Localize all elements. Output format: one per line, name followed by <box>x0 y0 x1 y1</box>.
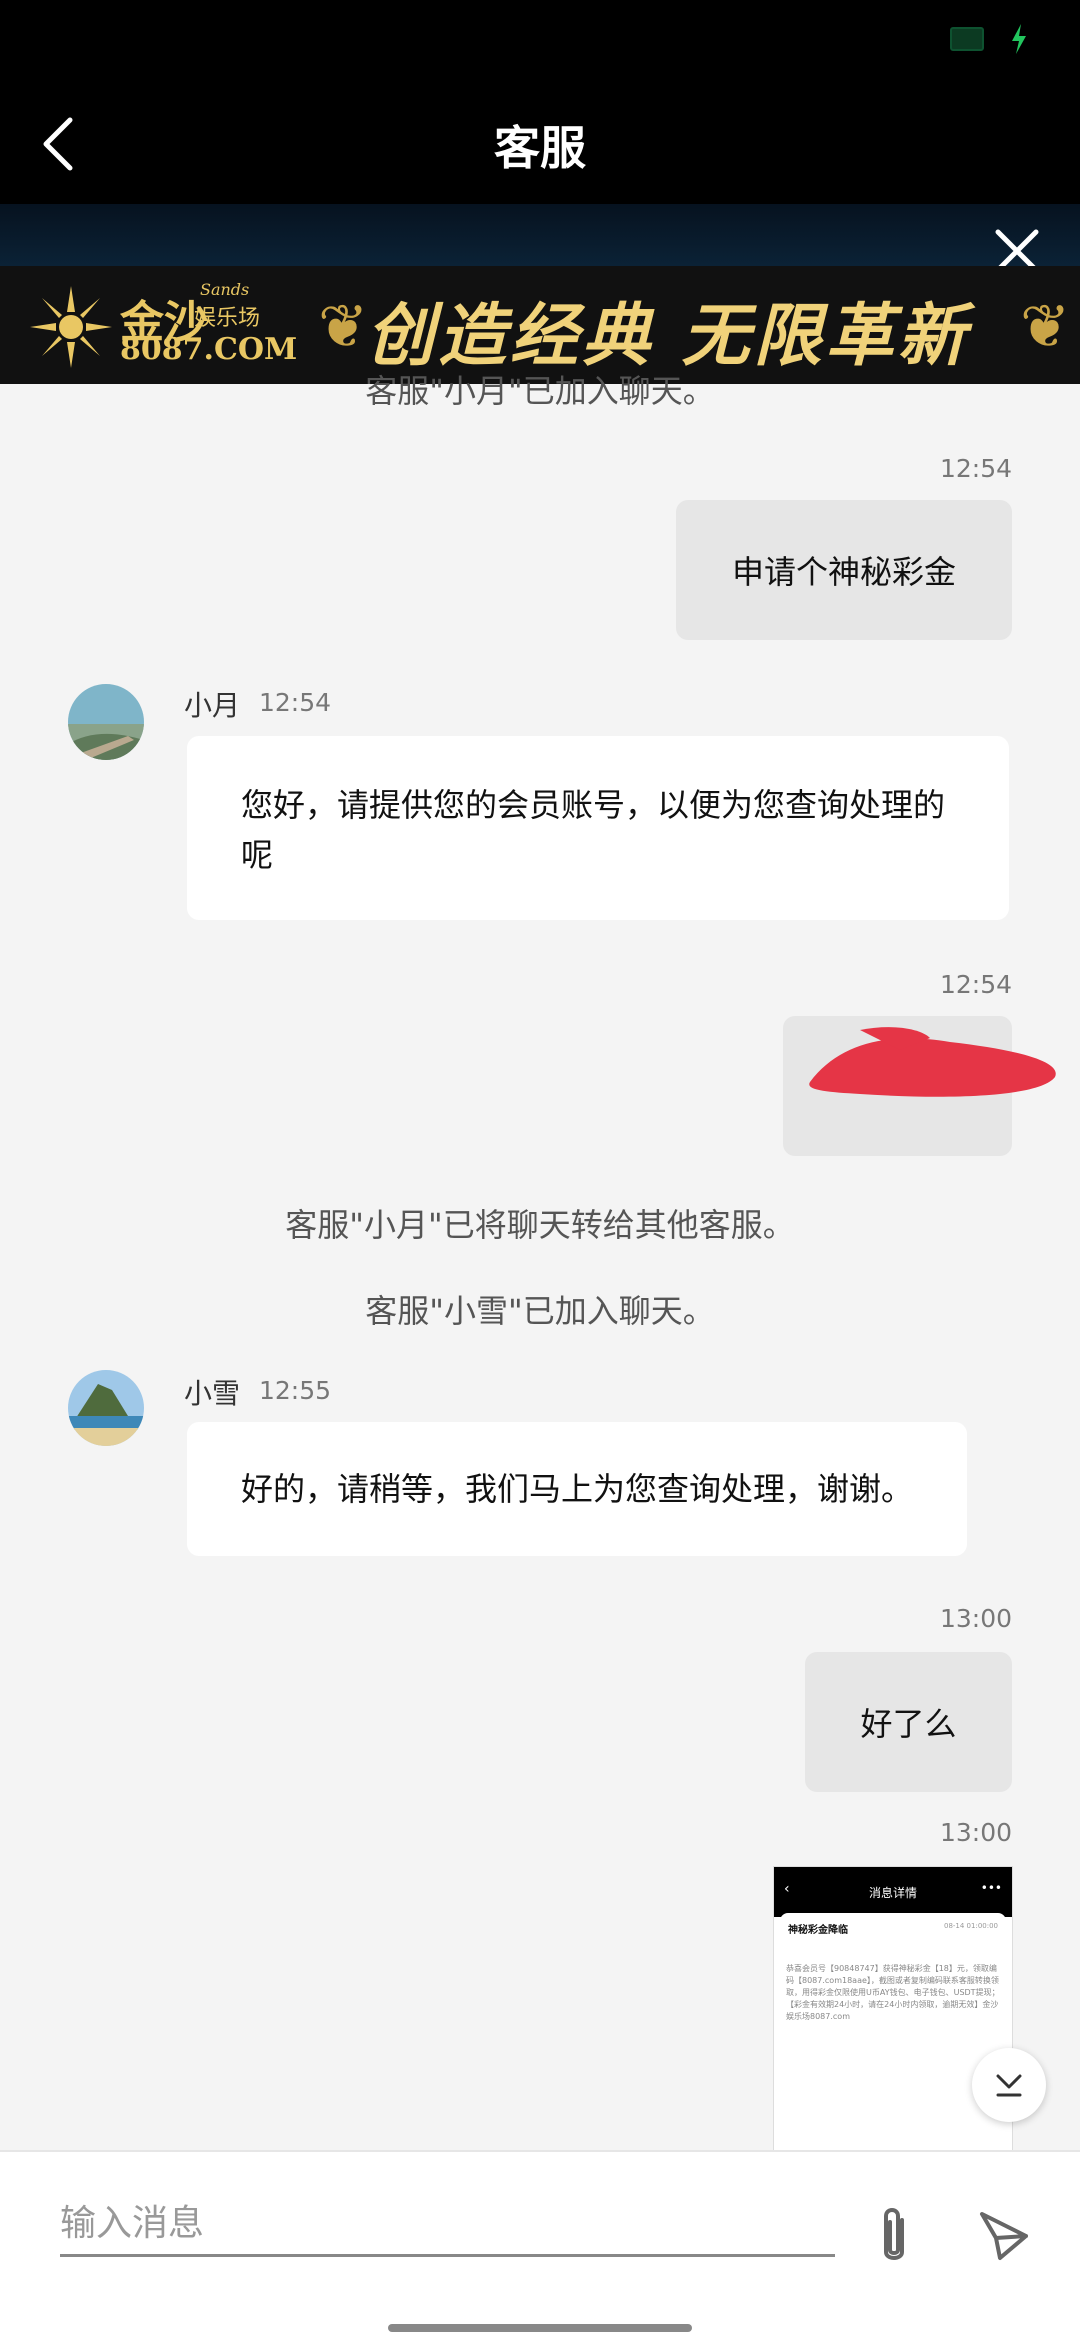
avatar[interactable] <box>68 684 144 760</box>
thumb-card: 神秘彩金降临 08-14 01:00:00 <box>780 1913 1006 1943</box>
redaction-scribble <box>809 1027 1056 1097</box>
message-input[interactable] <box>60 2192 835 2257</box>
scroll-to-bottom-button[interactable] <box>972 2048 1046 2122</box>
avatar[interactable] <box>68 1370 144 1446</box>
home-indicator[interactable] <box>388 2324 692 2332</box>
brand-sands: Sands <box>200 280 250 299</box>
ornament-left-icon: ❦ <box>318 292 369 362</box>
battery-icon <box>950 27 984 51</box>
thumb-body: 恭喜会员号【90848747】获得神秘彩金【18】元，领取编码【8087.com… <box>786 1964 1000 2021</box>
page-title: 客服 <box>494 121 586 175</box>
system-message: 客服"小月"已将聊天转给其他客服。 <box>285 1206 795 1244</box>
system-message: 客服"小月"已加入聊天。 <box>365 372 715 410</box>
brand-url: 8087.COM <box>120 332 298 367</box>
incoming-bubble[interactable]: 您好，请提供您的会员账号，以便为您查询处理的呢 <box>187 736 1009 920</box>
banner-backdrop <box>0 204 1080 266</box>
chevron-down-icon <box>996 2074 1022 2097</box>
image-message[interactable]: ‹ 消息详情 ••• 神秘彩金降临 08-14 01:00:00 恭喜会员号【9… <box>773 1866 1013 2152</box>
sun-logo-icon <box>30 286 112 368</box>
app-header: 客服 <box>0 80 1080 204</box>
thumb-title: 消息详情 <box>868 1885 917 1900</box>
system-message: 客服"小雪"已加入聊天。 <box>365 1292 715 1330</box>
agent-name: 小雪 <box>184 1377 241 1410</box>
thumb-card-title: 神秘彩金降临 <box>788 1925 848 1936</box>
message-time: 12:54 <box>939 454 1012 483</box>
thumb-date: 08-14 01:00:00 <box>943 1922 998 1930</box>
ornament-right-icon: ❦ <box>1020 292 1071 362</box>
thumb-header: ‹ 消息详情 ••• <box>774 1867 1012 1917</box>
thumb-more-icon: ••• <box>980 1881 1002 1895</box>
input-bar <box>0 2150 1080 2342</box>
message-time: 13:00 <box>939 1604 1012 1633</box>
charging-icon <box>1010 24 1028 54</box>
incoming-bubble[interactable]: 好的，请稍等，我们马上为您查询处理，谢谢。 <box>187 1422 967 1556</box>
thumb-back-icon: ‹ <box>784 1881 790 1897</box>
send-icon[interactable] <box>976 2208 1032 2264</box>
paperclip-icon[interactable] <box>868 2202 920 2272</box>
outgoing-bubble[interactable]: 好了么 <box>805 1652 1012 1792</box>
message-time: 12:54 <box>259 688 332 717</box>
agent-name: 小月 <box>184 689 241 722</box>
message-time: 12:55 <box>259 1376 332 1405</box>
brand-sub: 娱乐场 <box>194 306 261 331</box>
message-time: 13:00 <box>939 1818 1012 1847</box>
message-time: 12:54 <box>939 970 1012 999</box>
banner-slogan: 创造经典 无限革新 <box>366 296 970 376</box>
status-bar <box>0 0 1080 80</box>
outgoing-bubble[interactable]: 申请个神秘彩金 <box>676 500 1012 640</box>
